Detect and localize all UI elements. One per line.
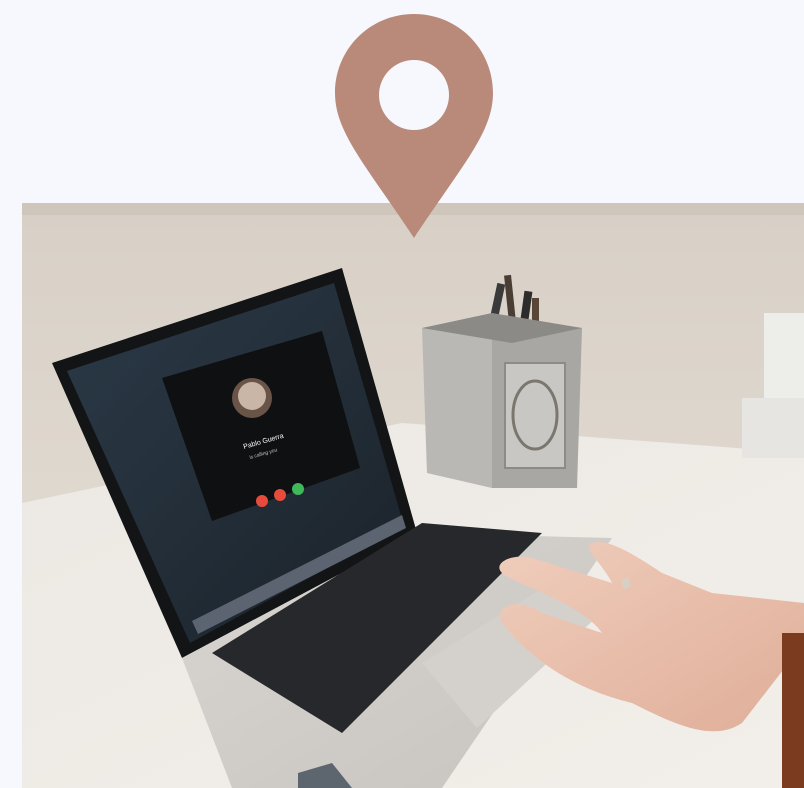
photo-illustration: Pablo Guerra is calling you	[22, 203, 804, 788]
map-pin-icon	[335, 14, 493, 238]
laptop-photo: Pablo Guerra is calling you	[22, 203, 804, 788]
